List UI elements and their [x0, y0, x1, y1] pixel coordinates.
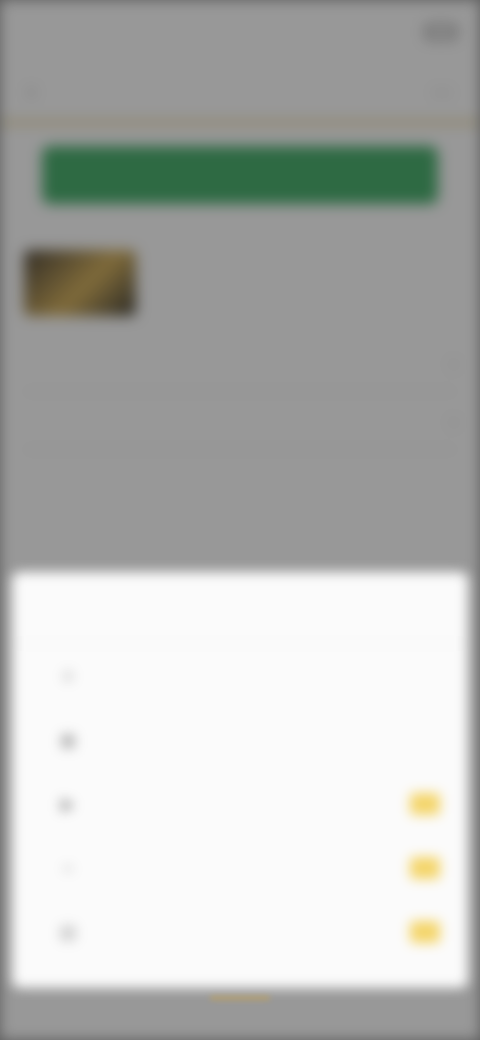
sheet-option-badge [410, 921, 440, 943]
image-icon: ▣ [59, 729, 77, 750]
bottom-sheet: ≡ ▣ ▶ ⌁ ▤ [12, 572, 468, 988]
document-icon: ▤ [59, 921, 77, 942]
sheet-title [12, 572, 468, 644]
sheet-option-badge [410, 857, 440, 879]
sheet-option-badge [410, 793, 440, 815]
sheet-option[interactable]: ▤ [12, 900, 468, 964]
sheet-option[interactable]: ⌁ [12, 836, 468, 900]
video-icon: ▶ [61, 793, 75, 814]
sheet-option[interactable]: ≡ [12, 644, 468, 708]
text-icon: ≡ [62, 665, 74, 686]
link-icon: ⌁ [62, 857, 74, 878]
home-indicator [210, 996, 270, 1000]
sheet-option[interactable]: ▣ [12, 708, 468, 772]
sheet-option[interactable]: ▶ [12, 772, 468, 836]
